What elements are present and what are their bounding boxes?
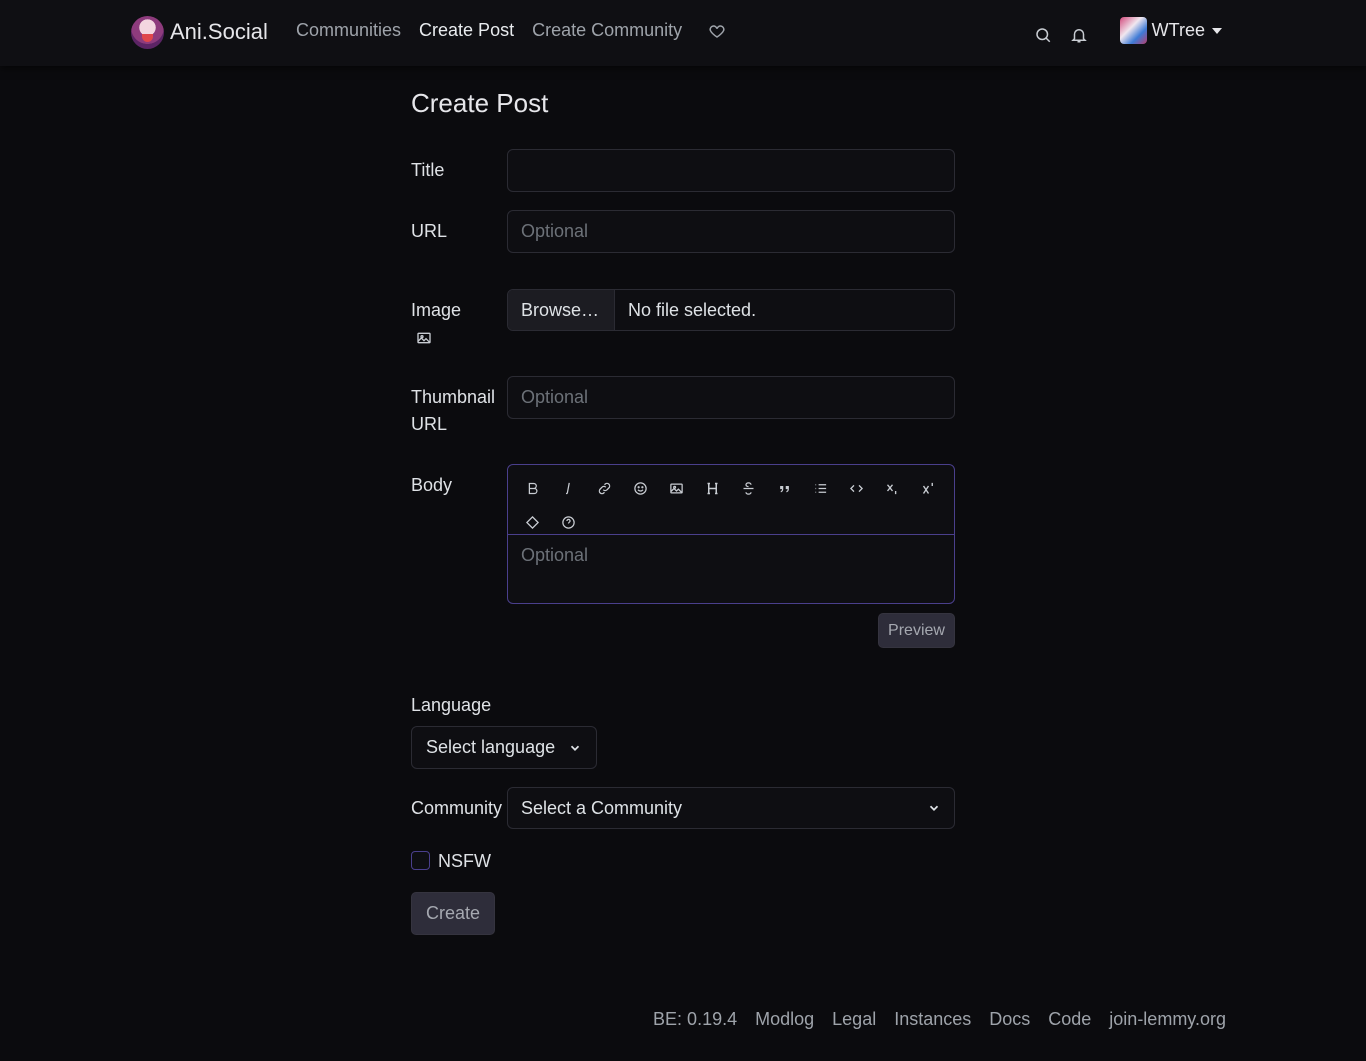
language-select-value: Select language — [426, 737, 556, 757]
thumbnail-url-input[interactable] — [507, 376, 955, 419]
community-label: Community — [411, 798, 503, 818]
image-file-input[interactable]: Browse… No file selected. — [507, 289, 955, 331]
body-label: Body — [411, 475, 453, 495]
italic-icon[interactable] — [550, 473, 586, 503]
avatar — [1119, 17, 1147, 44]
url-label: URL — [411, 221, 448, 241]
heart-icon[interactable] — [708, 22, 726, 40]
caret-down-icon — [1212, 27, 1222, 34]
search-icon[interactable] — [1034, 26, 1052, 44]
nav-link-communities[interactable]: Communities — [296, 20, 401, 41]
footer-link-code[interactable]: Code — [1048, 1009, 1091, 1030]
create-post-container: Create Post Title URL Image Browse… No f… — [411, 88, 955, 935]
username: WTree — [1151, 20, 1205, 40]
nsfw-checkbox[interactable] — [411, 851, 430, 870]
language-label: Language — [411, 695, 492, 715]
community-select-value: Select a Community — [521, 797, 683, 818]
url-input[interactable] — [507, 210, 955, 253]
page-title: Create Post — [411, 88, 549, 118]
link-icon[interactable] — [586, 473, 622, 503]
image-icon — [417, 332, 431, 344]
brand-link[interactable]: Ani.Social — [131, 15, 268, 49]
emoji-icon[interactable] — [622, 473, 658, 503]
footer-link-instances[interactable]: Instances — [894, 1009, 971, 1030]
subscript-icon[interactable] — [874, 473, 910, 503]
browse-button[interactable]: Browse… — [508, 290, 615, 330]
bold-icon[interactable] — [514, 473, 550, 503]
header-icon[interactable] — [694, 473, 730, 503]
language-select[interactable]: Select language — [411, 726, 597, 769]
nav-right: WTree — [1034, 17, 1222, 44]
community-select[interactable]: Select a Community — [507, 787, 955, 829]
superscript-icon[interactable] — [910, 473, 946, 503]
footer-link-docs[interactable]: Docs — [989, 1009, 1030, 1030]
title-label: Title — [411, 160, 445, 180]
bell-icon[interactable] — [1070, 26, 1088, 44]
body-textarea[interactable] — [508, 535, 954, 603]
brand-name: Ani.Social — [170, 19, 268, 44]
footer-link-legal[interactable]: Legal — [832, 1009, 876, 1030]
create-button[interactable]: Create — [411, 892, 495, 935]
site-logo-icon — [131, 15, 164, 49]
footer: BE: 0.19.4 Modlog Legal Instances Docs C… — [653, 1009, 1226, 1030]
nav-links: Communities Create Post Create Community — [296, 20, 726, 41]
list-icon[interactable] — [802, 473, 838, 503]
title-input[interactable] — [507, 149, 955, 192]
editor-toolbar — [508, 465, 954, 535]
image-label: Image — [411, 300, 462, 320]
nav-link-create-post[interactable]: Create Post — [419, 20, 514, 41]
thumbnail-label-line2: URL — [411, 414, 448, 434]
nsfw-label: NSFW — [438, 851, 491, 871]
chevron-down-icon — [570, 745, 580, 751]
chevron-down-icon — [929, 805, 939, 811]
file-status: No file selected. — [628, 300, 757, 320]
nav-link-create-community[interactable]: Create Community — [532, 20, 682, 41]
thumbnail-label-line1: Thumbnail — [411, 387, 496, 407]
image-icon[interactable] — [658, 473, 694, 503]
help-icon[interactable] — [550, 507, 586, 537]
navbar: Ani.Social Communities Create Post Creat… — [0, 0, 1366, 66]
strikethrough-icon[interactable] — [730, 473, 766, 503]
markdown-editor — [507, 464, 955, 604]
code-icon[interactable] — [838, 473, 874, 503]
preview-button[interactable]: Preview — [878, 613, 955, 648]
footer-link-join-lemmy[interactable]: join-lemmy.org — [1109, 1009, 1226, 1030]
spoiler-icon[interactable] — [514, 507, 550, 537]
quote-icon[interactable] — [766, 473, 802, 503]
footer-link-modlog[interactable]: Modlog — [755, 1009, 814, 1030]
user-menu[interactable]: WTree — [1119, 17, 1222, 44]
footer-version: BE: 0.19.4 — [653, 1009, 738, 1029]
